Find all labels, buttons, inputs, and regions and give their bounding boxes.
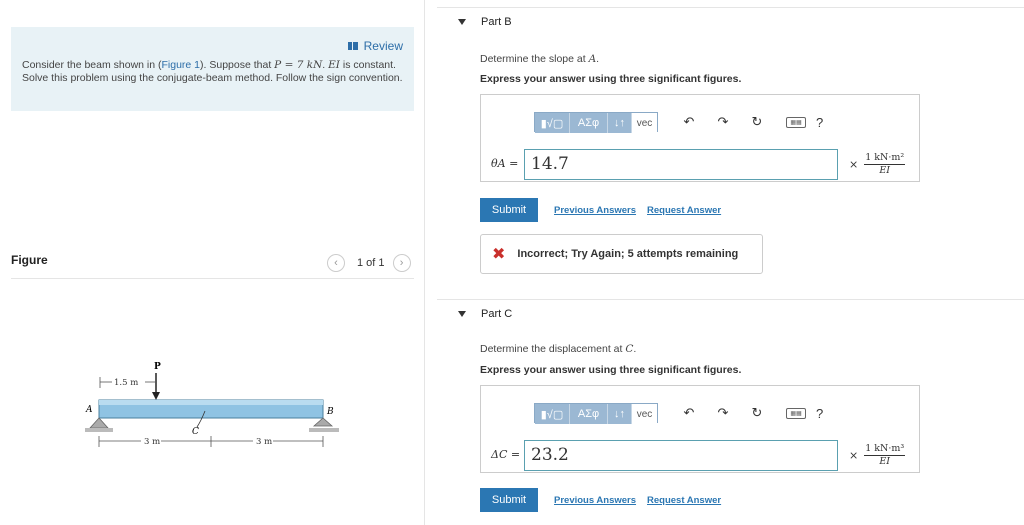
problem-text: Consider the beam shown in (Figure 1). S… <box>22 59 412 85</box>
dim-left-label: 3 m <box>144 437 160 447</box>
vector-button[interactable]: vec <box>632 404 657 424</box>
figure-navigation: ‹ 1 of 1 › <box>327 254 411 272</box>
load-arrowhead <box>152 392 160 400</box>
unit-denominator: EI <box>879 165 891 176</box>
part-b-question: Determine the slope at A. <box>480 53 599 65</box>
problem-statement: Review Consider the beam shown in (Figur… <box>11 27 414 111</box>
error-icon: ✖ <box>492 246 506 263</box>
unit-fraction: 1 kN·m³ EI <box>864 443 906 467</box>
redo-icon[interactable]: ↷ <box>714 405 732 421</box>
part-b-instruction: Express your answer using three signific… <box>480 73 742 85</box>
load-equation: P = 7 kN <box>274 59 323 71</box>
submit-button[interactable]: Submit <box>480 198 538 222</box>
dim-right-label: 3 m <box>256 437 272 447</box>
unit-denominator: EI <box>879 456 891 467</box>
point-c-label: C <box>192 427 199 437</box>
book-icon <box>347 42 358 50</box>
roller-support-b <box>312 417 334 427</box>
support-b-label: B <box>326 407 334 417</box>
pin-support-a <box>89 417 109 429</box>
part-b-answer-box: ▮√▢ ΑΣφ ↓↑ vec ↶ ↷ ↻ ▦▦ ? θA = 14.7 × 1 … <box>480 94 920 182</box>
sort-button[interactable]: ↓↑ <box>608 404 632 424</box>
previous-answers-link[interactable]: Previous Answers <box>554 205 636 216</box>
answer-input[interactable]: 14.7 <box>524 149 838 180</box>
help-button[interactable]: ? <box>816 115 823 130</box>
answer-label: ΔC = <box>491 448 521 461</box>
math-toolbar: ▮√▢ ΑΣφ ↓↑ vec ↶ ↷ ↻ ▦▦ ? <box>534 403 823 424</box>
templates-button[interactable]: ▮√▢ <box>535 113 570 133</box>
divider <box>11 278 414 279</box>
figure-counter: 1 of 1 <box>357 257 385 269</box>
problem-text-part: ). Suppose that <box>200 59 275 71</box>
unit-numerator: 1 kN·m³ <box>864 443 906 456</box>
templates-button[interactable]: ▮√▢ <box>535 404 570 424</box>
chevron-right-icon[interactable]: › <box>392 254 411 272</box>
beam-diagram: P 1.5 m A B C 3 m 3 m <box>85 362 339 447</box>
question-text: Determine the slope at <box>480 53 589 65</box>
review-link[interactable]: Review <box>347 39 403 53</box>
greek-button[interactable]: ΑΣφ <box>570 113 608 133</box>
request-answer-link[interactable]: Request Answer <box>647 495 721 506</box>
right-panel: Part B Determine the slope at A. Express… <box>437 0 1024 525</box>
feedback-message: ✖ Incorrect; Try Again; 5 attempts remai… <box>480 234 763 274</box>
figure-label: Figure <box>11 253 48 267</box>
part-c-answer-box: ▮√▢ ΑΣφ ↓↑ vec ↶ ↷ ↻ ▦▦ ? ΔC = 23.2 × 1 … <box>480 385 920 473</box>
vector-button[interactable]: vec <box>632 113 657 133</box>
reset-icon[interactable]: ↻ <box>748 114 766 130</box>
question-text: Determine the displacement at <box>480 343 626 355</box>
unit-numerator: 1 kN·m² <box>864 152 906 165</box>
support-a-label: A <box>85 405 93 415</box>
greek-button[interactable]: ΑΣφ <box>570 404 608 424</box>
question-text: . <box>633 343 637 355</box>
part-b-title: Part B <box>481 16 512 28</box>
figure-link[interactable]: Figure 1 <box>162 59 201 71</box>
problem-text-part: Consider the beam shown in ( <box>22 59 162 71</box>
chevron-left-icon[interactable]: ‹ <box>327 254 345 272</box>
answer-input[interactable]: 23.2 <box>524 440 838 471</box>
part-c-question: Determine the displacement at C. <box>480 343 636 355</box>
dim-top-label: 1.5 m <box>114 378 138 388</box>
reset-icon[interactable]: ↻ <box>748 405 766 421</box>
ground-b <box>309 428 339 432</box>
part-c-title: Part C <box>481 308 513 320</box>
ei-symbol: EI <box>328 59 340 71</box>
caret-down-icon[interactable] <box>458 19 466 25</box>
request-answer-link[interactable]: Request Answer <box>647 205 721 216</box>
load-label: P <box>154 362 161 372</box>
toolbar-group: ▮√▢ ΑΣφ ↓↑ vec <box>534 112 658 133</box>
undo-icon[interactable]: ↶ <box>680 114 698 130</box>
part-b-header[interactable]: Part B <box>437 7 1024 39</box>
help-button[interactable]: ? <box>816 406 823 421</box>
math-toolbar: ▮√▢ ΑΣφ ↓↑ vec ↶ ↷ ↻ ▦▦ ? <box>534 112 823 133</box>
previous-answers-link[interactable]: Previous Answers <box>554 495 636 506</box>
part-c-instruction: Express your answer using three signific… <box>480 364 742 376</box>
question-text: . <box>596 53 600 65</box>
left-panel: Review Consider the beam shown in (Figur… <box>0 0 425 525</box>
beam-highlight <box>99 400 323 405</box>
part-c-header[interactable]: Part C <box>437 299 1024 331</box>
keyboard-icon[interactable]: ▦▦ <box>786 407 806 419</box>
toolbar-group: ▮√▢ ΑΣφ ↓↑ vec <box>534 403 658 424</box>
answer-label: θA = <box>491 157 519 170</box>
review-label: Review <box>363 39 403 53</box>
submit-button[interactable]: Submit <box>480 488 538 512</box>
answer-unit: × 1 kN·m² EI <box>849 152 906 176</box>
caret-down-icon[interactable] <box>458 311 466 317</box>
sort-button[interactable]: ↓↑ <box>608 113 632 133</box>
redo-icon[interactable]: ↷ <box>714 114 732 130</box>
times-symbol: × <box>849 158 859 171</box>
feedback-text: Incorrect; Try Again; 5 attempts remaini… <box>517 248 739 260</box>
answer-unit: × 1 kN·m³ EI <box>849 443 906 467</box>
undo-icon[interactable]: ↶ <box>680 405 698 421</box>
times-symbol: × <box>849 449 859 462</box>
unit-fraction: 1 kN·m² EI <box>864 152 906 176</box>
ground-a <box>85 428 113 432</box>
keyboard-icon[interactable]: ▦▦ <box>786 116 806 128</box>
